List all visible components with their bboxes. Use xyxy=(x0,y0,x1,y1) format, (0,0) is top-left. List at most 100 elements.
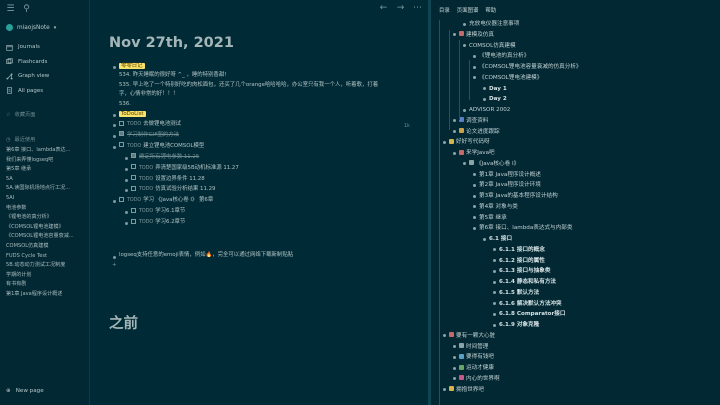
more-icon[interactable]: ⋯ xyxy=(413,4,422,13)
nav-graph-view[interactable]: Graph view xyxy=(6,69,88,84)
outline-item[interactable]: 《COMSOL锂电池容量衰减的仿真分析》 xyxy=(479,63,582,71)
recent-item[interactable]: 《COMSOL锂电池容量衰减... xyxy=(6,232,88,242)
todo-item[interactable]: TODO 去做锂电池测试 xyxy=(119,120,181,130)
todo-item[interactable]: TODO 学习6.2章节 xyxy=(131,218,185,228)
block-bullet[interactable] xyxy=(113,66,116,69)
outline-item[interactable]: 第4章 对象与类 xyxy=(479,203,518,211)
block-bullet[interactable] xyxy=(113,145,116,149)
outline-bullet[interactable] xyxy=(443,388,446,391)
menu-icon[interactable]: ☰ xyxy=(6,5,15,14)
outline-bullet[interactable] xyxy=(453,366,456,370)
outline-bullet[interactable] xyxy=(493,291,496,295)
recent-item[interactable]: 第1章 Java程序设计概述 xyxy=(6,290,88,300)
outline-item[interactable]: 时间管理 xyxy=(459,343,488,351)
recent-item[interactable]: 《COMSOL锂电池建模》 xyxy=(6,223,88,233)
outline-bullet[interactable] xyxy=(473,76,476,80)
outline-item[interactable]: COMSOL仿真建模 xyxy=(469,42,516,50)
outline-item[interactable]: ADVISOR 2002 xyxy=(469,106,510,114)
recent-item[interactable]: COMSOL仿真建模 xyxy=(6,242,88,252)
outline-item[interactable]: 来学Java吧 xyxy=(459,149,495,157)
outline-item[interactable]: 6.1.1 接口的概念 xyxy=(499,246,545,254)
nav-journals[interactable]: Journals xyxy=(6,40,88,55)
outline-item[interactable]: 6.1.5 默认方法 xyxy=(499,289,539,297)
todo-checkbox[interactable] xyxy=(119,196,124,202)
block-bullet[interactable] xyxy=(113,134,116,138)
block-bullet[interactable] xyxy=(113,200,116,204)
outline-item[interactable]: 6.1.3 接口与抽象类 xyxy=(499,267,550,275)
recent-item[interactable]: 5A xyxy=(6,175,88,185)
recent-item[interactable]: 电池参数 xyxy=(6,204,88,214)
outline-item[interactable]: 6.1.2 接口的属性 xyxy=(499,257,545,265)
outline-bullet[interactable] xyxy=(473,183,476,187)
outline-bullet[interactable] xyxy=(493,302,496,305)
recent-item[interactable]: 5B.动态动力测试工况制度 xyxy=(6,261,88,271)
todo-checkbox[interactable] xyxy=(131,175,136,180)
todo-checkbox[interactable] xyxy=(131,153,136,159)
outline-bullet[interactable] xyxy=(483,237,486,241)
outline-item[interactable]: 拥抱世界吧 xyxy=(449,386,484,394)
arrow-right-icon[interactable]: → xyxy=(396,4,405,13)
nav-all-pages[interactable]: All pages xyxy=(6,84,88,99)
outline-item[interactable]: 6.1.6 解决默认方法冲突 xyxy=(499,300,562,308)
search-icon[interactable]: ⚲ xyxy=(22,5,31,14)
block-bullet[interactable] xyxy=(113,114,116,117)
todo-checkbox[interactable] xyxy=(131,185,136,191)
outline-bullet[interactable] xyxy=(493,248,496,252)
outline-item[interactable]: 第5章 继承 xyxy=(479,214,507,222)
block-bullet[interactable] xyxy=(113,124,116,127)
new-page-button[interactable]: ⊕ New page xyxy=(6,388,44,394)
favorites-header[interactable]: ☆ 收藏页面 xyxy=(6,111,35,119)
todo-item[interactable]: TODO 弄清楚国家级5B动机标准源 11.27 xyxy=(131,164,239,174)
outline-item[interactable]: 运动才健康 xyxy=(459,364,494,372)
todo-checkbox[interactable] xyxy=(131,218,136,224)
outline-item[interactable]: 要得有钱吧 xyxy=(459,353,494,361)
tab-page-graph[interactable]: 页面图谱 xyxy=(457,6,479,14)
outline-bullet[interactable] xyxy=(493,259,496,262)
add-block-icon[interactable]: + xyxy=(112,261,117,271)
outline-bullet[interactable] xyxy=(473,54,476,58)
outline-bullet[interactable] xyxy=(453,377,456,381)
outline-item[interactable]: 要有一颗大心脏 xyxy=(449,332,495,340)
recent-header[interactable]: ◷ 最近使用 xyxy=(6,136,35,144)
outline-bullet[interactable] xyxy=(443,334,446,338)
outline-bullet[interactable] xyxy=(453,151,456,155)
recent-item[interactable]: 5A.读国际机场地点行工况... xyxy=(6,184,88,194)
todo-item[interactable]: TODO 仿真试验分析结果 11.29 xyxy=(131,185,215,195)
todo-item[interactable]: TODO 设置边界条件 11.28 xyxy=(131,175,205,185)
outline-item[interactable]: 好好写代码呀 xyxy=(449,138,490,146)
outline-bullet[interactable] xyxy=(453,119,456,123)
outline-item[interactable]: 6.1.9 对象克隆 xyxy=(499,321,539,329)
block-bullet[interactable] xyxy=(125,167,128,171)
todo-checkbox[interactable] xyxy=(119,120,124,126)
block-bullet[interactable] xyxy=(125,189,128,193)
recent-item[interactable]: 有书有剧 xyxy=(6,280,88,290)
outline-bullet[interactable] xyxy=(453,130,456,133)
outline-bullet[interactable] xyxy=(493,323,496,327)
block-bullet[interactable] xyxy=(125,222,128,226)
outline-bullet[interactable] xyxy=(473,205,476,209)
outline-item[interactable]: 《锂电池的真分析》 xyxy=(479,52,529,60)
todo-keyword[interactable]: TODO xyxy=(139,209,153,214)
todo-keyword[interactable]: TODO xyxy=(139,187,153,192)
workspace-switcher[interactable]: miaojsNote ▾ xyxy=(6,24,56,31)
outline-item[interactable]: 第6章 接口、lambda表达式与内部类 xyxy=(479,224,572,232)
todo-checkbox[interactable] xyxy=(131,207,136,213)
outline-bullet[interactable] xyxy=(463,44,466,47)
diary-line[interactable]: 字，心情非常的好！！！ xyxy=(119,90,178,100)
outline-item[interactable]: 充放电仪器注意事项 xyxy=(469,20,519,28)
outline-bullet[interactable] xyxy=(493,280,496,284)
recent-item[interactable]: 第5章 继承 xyxy=(6,165,88,175)
outline-item[interactable]: 《COMSOL锂电池建模》 xyxy=(479,74,542,82)
todo-item[interactable]: TODO 学习6.1章节 xyxy=(131,207,185,217)
nav-flashcards[interactable]: Flashcards xyxy=(6,55,88,70)
outline-item[interactable]: 建模及仿真 xyxy=(459,31,494,39)
tab-toc[interactable]: 目录 xyxy=(439,6,450,14)
recent-item[interactable]: 5AI xyxy=(6,194,88,204)
outline-item[interactable]: Day 1 xyxy=(489,85,507,93)
todolist-tag[interactable]: ToDoList xyxy=(119,111,146,117)
outline-bullet[interactable] xyxy=(463,162,466,166)
todo-checkbox[interactable] xyxy=(119,142,124,148)
diary-line[interactable]: 535. 早上吃了一个特别好吃的肉松面包，还买了几个orange哈哈哈哈，办公室… xyxy=(119,81,378,91)
diary-line[interactable]: 536. xyxy=(119,100,131,110)
recent-item[interactable]: 我们来弄懂logseq吧 xyxy=(6,156,88,166)
